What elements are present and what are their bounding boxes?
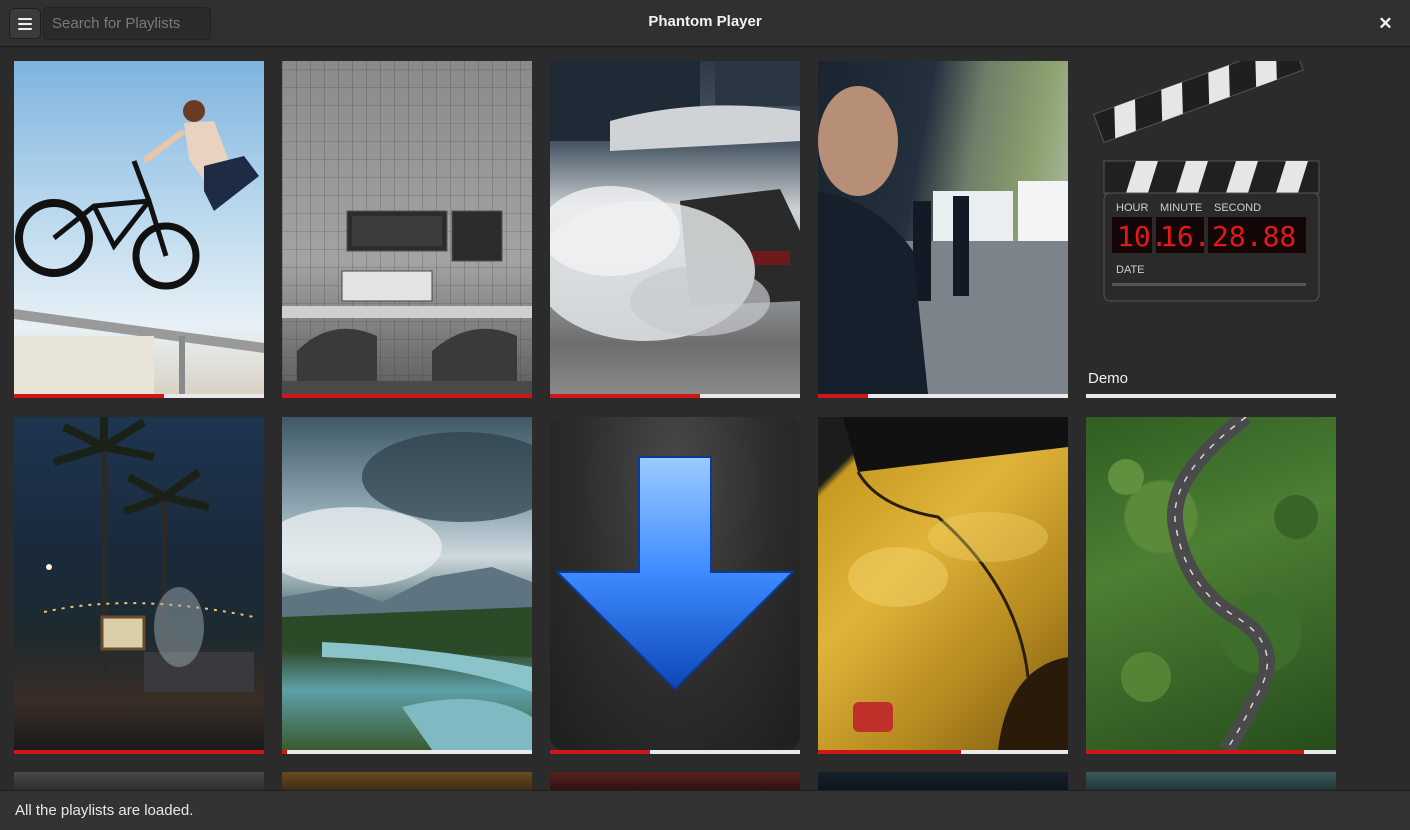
- header-bar: Phantom Player ✕: [0, 0, 1410, 47]
- status-message: All the playlists are loaded.: [15, 802, 194, 819]
- hamburger-menu-icon: [18, 17, 32, 20]
- playlist-thumbnail-lake-mountains-clouds: [282, 417, 532, 750]
- playlist-progress: [14, 750, 264, 754]
- playlist-progress: [1086, 750, 1336, 754]
- menu-button[interactable]: [9, 8, 41, 39]
- status-bar: All the playlists are loaded.: [0, 790, 1410, 830]
- playlist-thumbnail-partial: [550, 772, 800, 790]
- playlist-thumbnail-clapperboard-clock-icon: HOUR MINUTE SECOND 10. 16. 28.88 DATE: [1086, 61, 1336, 394]
- playlist-progress: [282, 750, 532, 754]
- playlist-thumbnail-yellow-car-closeup: [818, 417, 1068, 750]
- playlist-thumbnail-car-burnout-smoke: [550, 61, 800, 394]
- playlist-thumbnail-police-officer-street: [818, 61, 1068, 394]
- playlist-title: Demo: [1088, 370, 1129, 387]
- clock-date-label: DATE: [1116, 264, 1145, 276]
- playlist-thumbnail-palm-trees-night-cinema: [14, 417, 264, 750]
- download-arrow-icon: [550, 417, 800, 750]
- playlist-progress: [14, 394, 264, 398]
- playlist-thumbnail-partial: [1086, 772, 1336, 790]
- clock-second-label: SECOND: [1214, 202, 1261, 214]
- playlist-grid: HOUR MINUTE SECOND 10. 16. 28.88 DATE De…: [0, 48, 1410, 790]
- close-button[interactable]: ✕: [1372, 10, 1399, 37]
- playlist-thumbnail-partial: [818, 772, 1068, 790]
- clock-hour-label: HOUR: [1116, 202, 1148, 214]
- playlist-thumbnail-forest-winding-road: [1086, 417, 1336, 750]
- playlist-progress: [818, 394, 1068, 398]
- search-input[interactable]: [43, 7, 211, 40]
- playlist-thumbnail-circuit-board-workspace: [282, 61, 532, 394]
- window-title: Phantom Player: [648, 13, 762, 30]
- playlist-thumbnail-partial: [14, 772, 264, 790]
- playlist-thumbnail-bmx-rider: [14, 61, 264, 394]
- playlist-progress: [818, 750, 1068, 754]
- playlist-thumbnail-partial: [282, 772, 532, 790]
- playlist-progress: [550, 394, 800, 398]
- clock-minute-value: 16.: [1160, 220, 1211, 253]
- clock-minute-label: MINUTE: [1160, 202, 1202, 214]
- playlist-progress: [282, 394, 532, 398]
- playlist-progress: [1086, 394, 1336, 398]
- playlist-progress: [550, 750, 800, 754]
- close-icon: ✕: [1378, 13, 1393, 33]
- clock-second-value: 28.88: [1212, 220, 1296, 253]
